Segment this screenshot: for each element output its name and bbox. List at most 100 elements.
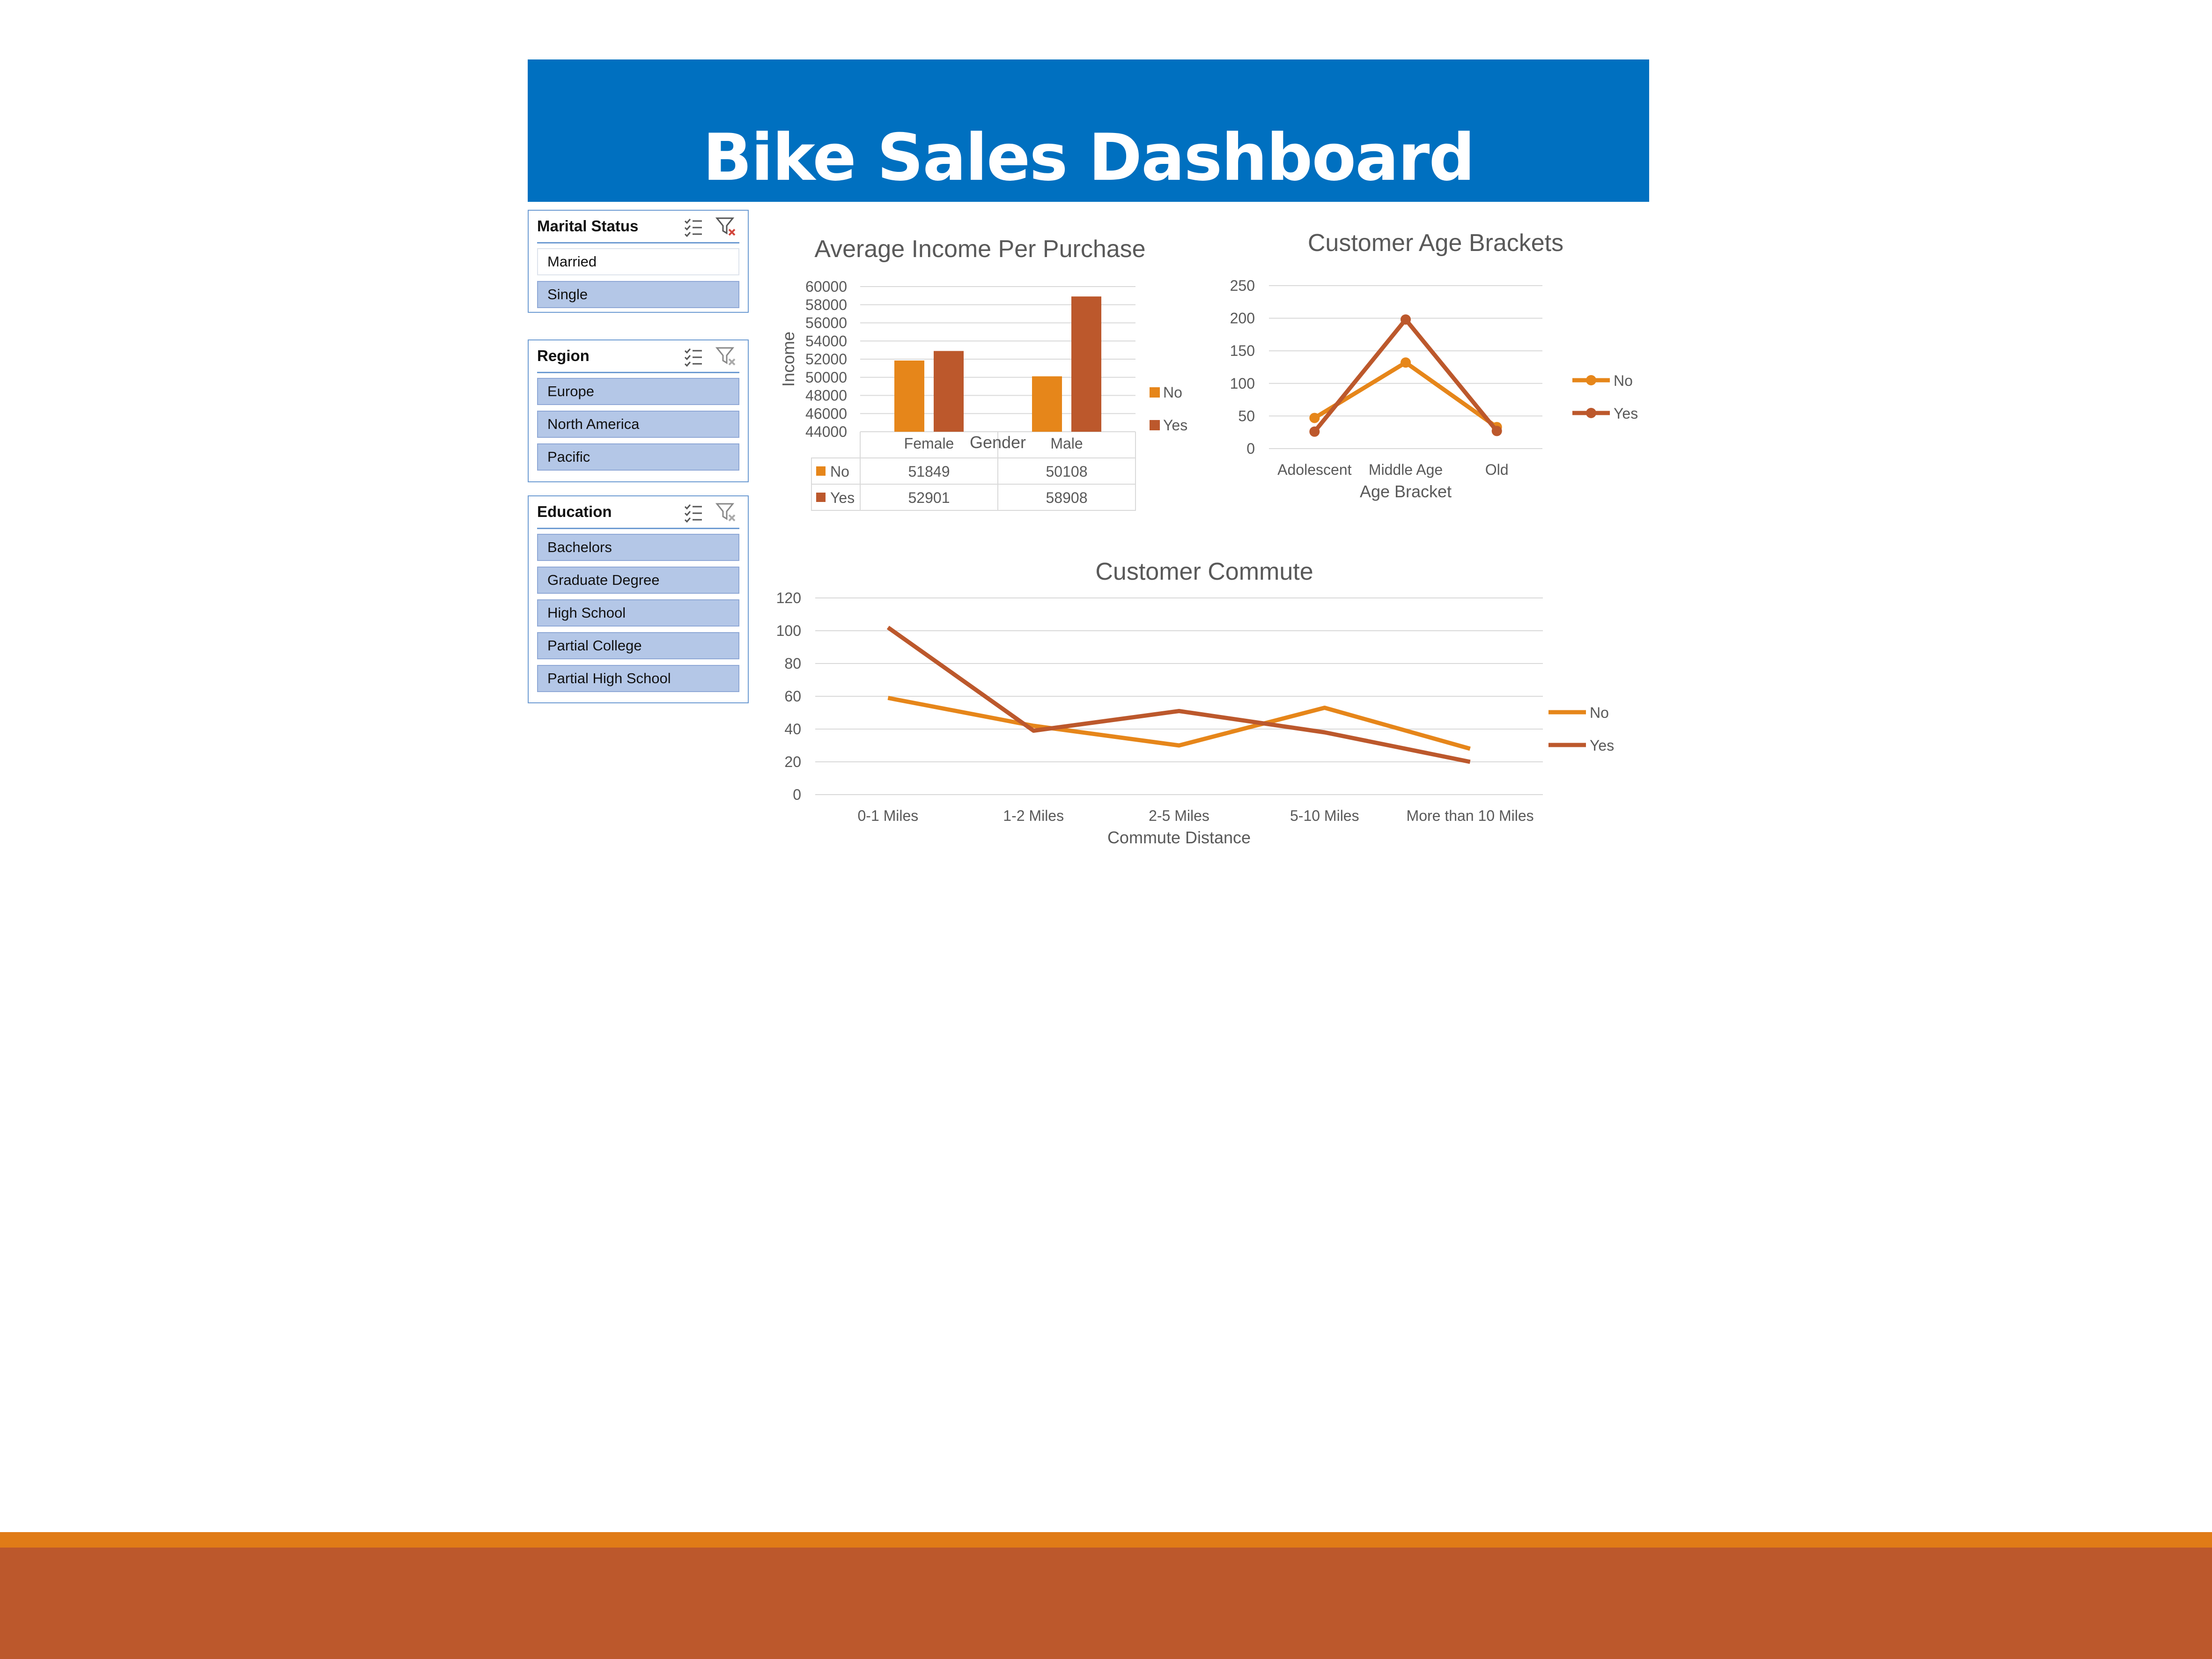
slicer-item-north-america[interactable]: North America bbox=[537, 411, 739, 438]
slicer-item-list: Bachelors Graduate Degree High School Pa… bbox=[529, 529, 748, 692]
commute-line-chart: Customer Commute 120 100 80 60 40 20 0 0-1 Miles… bbox=[776, 558, 1615, 847]
income-bar-chart: Average Income Per Purchase 6000058000 560… bbox=[779, 236, 1187, 511]
chart-title: Average Income Per Purchase bbox=[814, 236, 1145, 263]
slicer-item-list: Married Single bbox=[529, 243, 748, 308]
legend-label: No bbox=[1163, 384, 1182, 401]
y-tick-label: 44000 bbox=[805, 423, 847, 440]
y-tick-label: 54000 bbox=[805, 332, 847, 349]
y-tick-label: 56000 bbox=[805, 315, 847, 332]
x-tick-label: 5-10 Miles bbox=[1290, 807, 1359, 824]
y-tick-label: 150 bbox=[1230, 342, 1255, 359]
data-point-yes bbox=[1401, 314, 1411, 325]
y-tick-label: 58000 bbox=[805, 296, 847, 313]
x-tick-label: Female bbox=[904, 435, 954, 452]
slicer-header: Marital Status bbox=[529, 211, 748, 243]
legend-key bbox=[1150, 387, 1160, 398]
data-point-yes bbox=[1491, 426, 1502, 436]
slicer-header: Region bbox=[529, 340, 748, 373]
slicer-item-pacific[interactable]: Pacific bbox=[537, 443, 739, 471]
y-tick-label: 50000 bbox=[805, 369, 847, 386]
slicer-item-graduate-degree[interactable]: Graduate Degree bbox=[537, 567, 739, 594]
y-tick-label: 100 bbox=[1230, 375, 1255, 392]
x-axis-label: Commute Distance bbox=[1107, 828, 1251, 847]
age-bracket-line-chart: Customer Age Brackets 250 200 150 100 50 0 Adol… bbox=[1230, 229, 1638, 501]
series-line-yes bbox=[886, 626, 1471, 764]
x-tick-label: Old bbox=[1485, 461, 1509, 478]
slicer-title: Marital Status bbox=[537, 217, 639, 235]
y-axis-label: Income bbox=[779, 332, 798, 387]
legend-label: No bbox=[1614, 372, 1633, 389]
multi-select-icon[interactable] bbox=[682, 215, 705, 238]
slicer-item-single[interactable]: Single bbox=[537, 281, 739, 308]
y-tick-label: 48000 bbox=[805, 387, 847, 404]
y-tick-label: 60000 bbox=[805, 278, 847, 295]
y-tick-label: 52000 bbox=[805, 351, 847, 368]
table-row-label: No bbox=[830, 463, 849, 480]
y-tick-label: 46000 bbox=[805, 405, 847, 422]
bar-no bbox=[1032, 376, 1062, 432]
y-tick-label: 20 bbox=[784, 753, 801, 770]
slicer-item-europe[interactable]: Europe bbox=[537, 378, 739, 405]
footer-bar bbox=[0, 1548, 2212, 1659]
y-tick-label: 60 bbox=[784, 688, 801, 705]
y-tick-label: 250 bbox=[1230, 277, 1255, 294]
legend-key bbox=[816, 493, 826, 502]
x-tick-label: Male bbox=[1050, 435, 1083, 452]
legend-label: Yes bbox=[1590, 737, 1614, 754]
slicer-header: Education bbox=[529, 496, 748, 529]
dashboard-title: Bike Sales Dashboard bbox=[702, 120, 1475, 195]
slicer-title: Region bbox=[537, 347, 590, 364]
legend-key bbox=[1150, 420, 1160, 430]
x-axis-label: Age Bracket bbox=[1360, 482, 1452, 501]
y-tick-label: 200 bbox=[1230, 310, 1255, 327]
data-point-no bbox=[1401, 357, 1411, 368]
y-tick-label: 100 bbox=[776, 622, 801, 639]
legend-key-marker bbox=[1586, 408, 1596, 418]
table-cell: 51849 bbox=[908, 463, 950, 480]
table-cell: 52901 bbox=[908, 489, 950, 506]
x-tick-label: Middle Age bbox=[1369, 461, 1443, 478]
legend-label: No bbox=[1590, 704, 1609, 721]
slicer-item-partial-high-school[interactable]: Partial High School bbox=[537, 665, 739, 692]
slicer-item-married[interactable]: Married bbox=[537, 248, 739, 275]
legend-key bbox=[816, 466, 826, 476]
x-tick-label: 0-1 Miles bbox=[857, 807, 918, 824]
multi-select-icon[interactable] bbox=[682, 501, 705, 524]
y-tick-label: 0 bbox=[793, 786, 801, 803]
y-tick-label: 40 bbox=[784, 721, 801, 737]
chart-title: Customer Age Brackets bbox=[1308, 229, 1563, 257]
legend-label: Yes bbox=[1614, 405, 1638, 422]
table-row-label: Yes bbox=[830, 489, 855, 506]
bar-no bbox=[894, 360, 924, 432]
bar-yes bbox=[934, 351, 964, 432]
slicer-item-partial-college[interactable]: Partial College bbox=[537, 632, 739, 659]
marital-status-slicer: Marital Status Married Single bbox=[528, 210, 749, 313]
table-cell: 58908 bbox=[1046, 489, 1088, 506]
y-tick-label: 0 bbox=[1246, 440, 1255, 457]
education-slicer: Education Bachelors Graduate Degree High… bbox=[528, 495, 749, 703]
data-point-no bbox=[1309, 413, 1320, 423]
table-cell: 50108 bbox=[1046, 463, 1088, 480]
x-tick-label: 2-5 Miles bbox=[1149, 807, 1209, 824]
x-tick-label: Adolescent bbox=[1277, 461, 1351, 478]
series-line-no bbox=[887, 696, 1471, 751]
title-banner: Bike Sales Dashboard bbox=[528, 59, 1649, 202]
footer-stripe bbox=[0, 1532, 2212, 1548]
clear-filter-icon[interactable] bbox=[715, 215, 737, 238]
multi-select-icon[interactable] bbox=[682, 345, 705, 368]
y-tick-label: 120 bbox=[776, 590, 801, 606]
bar-yes bbox=[1071, 296, 1101, 432]
clear-filter-icon[interactable] bbox=[715, 501, 737, 524]
x-axis-label: Gender bbox=[970, 433, 1026, 452]
slicer-item-list: Europe North America Pacific bbox=[529, 373, 748, 471]
slicer-item-high-school[interactable]: High School bbox=[537, 599, 739, 627]
y-tick-label: 80 bbox=[784, 655, 801, 672]
x-tick-label: More than 10 Miles bbox=[1407, 807, 1534, 824]
legend-label: Yes bbox=[1163, 417, 1187, 434]
region-slicer: Region Europe North America Pacific bbox=[528, 339, 749, 482]
y-tick-label: 50 bbox=[1238, 407, 1255, 424]
legend-key-marker bbox=[1586, 375, 1596, 385]
slicer-item-bachelors[interactable]: Bachelors bbox=[537, 534, 739, 561]
series-line-yes bbox=[1312, 317, 1499, 433]
clear-filter-icon[interactable] bbox=[715, 345, 737, 368]
